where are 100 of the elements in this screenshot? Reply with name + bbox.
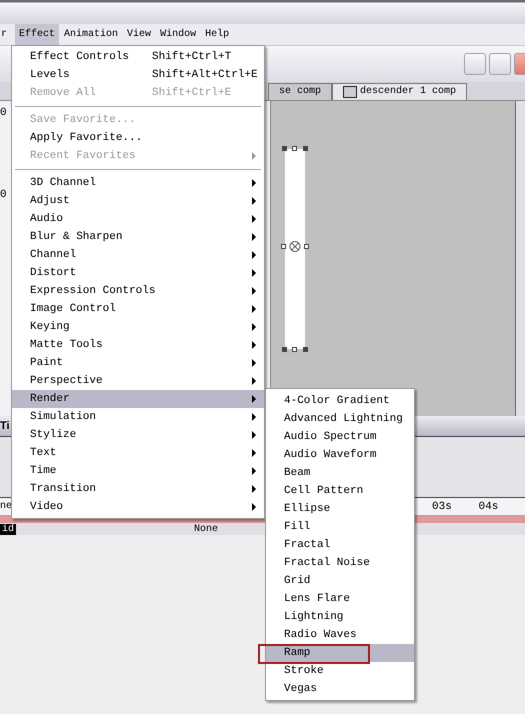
menu-item[interactable]: 4-Color Gradient bbox=[266, 392, 414, 410]
menu-item[interactable]: Perspective bbox=[12, 372, 264, 390]
menu-item-label: Time bbox=[30, 465, 58, 477]
menu-item[interactable]: Adjust bbox=[12, 192, 264, 210]
menu-item-label: Levels bbox=[30, 69, 71, 81]
menu-bar-item[interactable]: Window bbox=[156, 24, 200, 45]
menu-item[interactable]: Audio Waveform bbox=[266, 446, 414, 464]
submenu-arrow-icon bbox=[252, 287, 256, 295]
submenu-arrow-icon bbox=[252, 233, 256, 241]
menu-item[interactable]: 3D Channel bbox=[12, 174, 264, 192]
menu-item-label: Effect Controls bbox=[30, 51, 130, 63]
parent-field: None bbox=[194, 524, 218, 534]
timeline-title: Ti bbox=[0, 420, 10, 432]
menu-item-label: Recent Favorites bbox=[30, 150, 137, 162]
shortcut-text: Shift+Alt+Ctrl+E bbox=[152, 69, 258, 81]
menu-item[interactable]: Image Control bbox=[12, 300, 264, 318]
close-button[interactable] bbox=[514, 53, 525, 75]
maximize-button[interactable] bbox=[489, 53, 511, 75]
submenu-arrow-icon bbox=[252, 413, 256, 421]
submenu-arrow-icon bbox=[252, 341, 256, 349]
menu-bar-item[interactable]: Animation bbox=[60, 24, 122, 45]
submenu-arrow-icon bbox=[252, 215, 256, 223]
menu-item[interactable]: Text bbox=[12, 444, 264, 462]
column-text: ne bbox=[0, 501, 12, 512]
menu-item[interactable]: Blur & Sharpen bbox=[12, 228, 264, 246]
menu-item[interactable]: Fractal bbox=[266, 536, 414, 554]
submenu-arrow-icon bbox=[252, 485, 256, 493]
menu-item[interactable]: Render bbox=[12, 390, 264, 408]
submenu-arrow-icon bbox=[252, 359, 256, 367]
menu-item-label: Channel bbox=[30, 249, 78, 261]
composition-tab[interactable]: se comp bbox=[268, 83, 332, 100]
shortcut-text: Shift+Ctrl+T bbox=[152, 51, 232, 63]
menu-bar-item[interactable]: View bbox=[123, 24, 156, 45]
menu-item[interactable]: Radio Waves bbox=[266, 626, 414, 644]
menu-item-label: Render bbox=[30, 393, 71, 405]
menu-item-label: Keying bbox=[30, 321, 71, 333]
menu-item[interactable]: Audio bbox=[12, 210, 264, 228]
menu-item[interactable]: Ellipse bbox=[266, 500, 414, 518]
submenu-arrow-icon bbox=[252, 197, 256, 205]
shortcut-text: Shift+Ctrl+E bbox=[152, 87, 232, 99]
menu-item[interactable]: Video bbox=[12, 498, 264, 516]
menu-item-label: Simulation bbox=[30, 411, 98, 423]
menu-item[interactable]: Levels Shift+Alt+Ctrl+E bbox=[12, 66, 264, 84]
composition-icon bbox=[343, 86, 358, 98]
time-mark: 03s bbox=[432, 500, 453, 512]
menu-item-label: Remove All bbox=[30, 87, 98, 99]
submenu-arrow-icon bbox=[252, 179, 256, 187]
submenu-arrow-icon bbox=[252, 269, 256, 277]
menu-item[interactable]: Time bbox=[12, 462, 264, 480]
submenu-arrow-icon bbox=[252, 152, 256, 160]
menu-item-label: Perspective bbox=[30, 375, 104, 387]
menu-item[interactable]: Apply Favorite... bbox=[12, 129, 264, 147]
menu-bar-item[interactable]: r bbox=[0, 24, 12, 45]
menu-item[interactable]: Expression Controls bbox=[12, 282, 264, 300]
menu-item[interactable]: Vegas bbox=[266, 680, 414, 698]
submenu-arrow-icon bbox=[252, 395, 256, 403]
menu-item-label: Paint bbox=[30, 357, 64, 369]
menu-item-label: 3D Channel bbox=[30, 177, 98, 189]
menu-item[interactable]: Beam bbox=[266, 464, 414, 482]
menu-item[interactable]: Keying bbox=[12, 318, 264, 336]
menu-item[interactable]: Stroke bbox=[266, 662, 414, 680]
menu-item[interactable]: Lightning bbox=[266, 608, 414, 626]
menu-item[interactable]: Matte Tools bbox=[12, 336, 264, 354]
composition-tab[interactable]: descender 1 comp bbox=[332, 83, 468, 100]
menu-item-label: Transition bbox=[30, 483, 98, 495]
submenu-arrow-icon bbox=[252, 251, 256, 259]
menu-item[interactable]: Effect Controls Shift+Ctrl+T bbox=[12, 48, 264, 66]
menu-item[interactable]: Distort bbox=[12, 264, 264, 282]
menu-item[interactable]: Fill bbox=[266, 518, 414, 536]
menu-item[interactable]: Channel bbox=[12, 246, 264, 264]
menu-item-label: Distort bbox=[30, 267, 78, 279]
menu-item-label: Adjust bbox=[30, 195, 71, 207]
time-mark: 04s bbox=[478, 500, 500, 512]
menu-item[interactable]: Stylize bbox=[12, 426, 264, 444]
menu-bar-item[interactable]: Effect bbox=[15, 24, 60, 45]
submenu-arrow-icon bbox=[252, 503, 256, 511]
minimize-button[interactable] bbox=[464, 53, 486, 75]
panel-text: 0 bbox=[0, 189, 7, 201]
menu-item[interactable]: Cell Pattern bbox=[266, 482, 414, 500]
submenu-arrow-icon bbox=[252, 467, 256, 475]
menu-item[interactable]: Transition bbox=[12, 480, 264, 498]
menu-item-label: Blur & Sharpen bbox=[30, 231, 124, 243]
menu-item-label: Video bbox=[30, 501, 64, 513]
menu-item[interactable]: Paint bbox=[12, 354, 264, 372]
menu-bar-item[interactable]: Help bbox=[201, 24, 234, 45]
menu-item[interactable]: Lens Flare bbox=[266, 590, 414, 608]
menu-item[interactable]: Ramp bbox=[266, 644, 414, 662]
menu-item[interactable]: Audio Spectrum bbox=[266, 428, 414, 446]
layer-name[interactable]: id bbox=[0, 524, 16, 534]
submenu-arrow-icon bbox=[252, 305, 256, 313]
menu-item[interactable]: Fractal Noise bbox=[266, 554, 414, 572]
menu-item[interactable]: Grid bbox=[266, 572, 414, 590]
panel-text: 0 bbox=[0, 107, 7, 119]
submenu-arrow-icon bbox=[252, 323, 256, 331]
menu-item-label: Matte Tools bbox=[30, 339, 104, 351]
menu-item[interactable]: Advanced Lightning bbox=[266, 410, 414, 428]
menu-item-label: Stylize bbox=[30, 429, 78, 441]
menu-item[interactable]: Simulation bbox=[12, 408, 264, 426]
menu-item-label: Text bbox=[30, 447, 58, 459]
submenu-arrow-icon bbox=[252, 377, 256, 385]
